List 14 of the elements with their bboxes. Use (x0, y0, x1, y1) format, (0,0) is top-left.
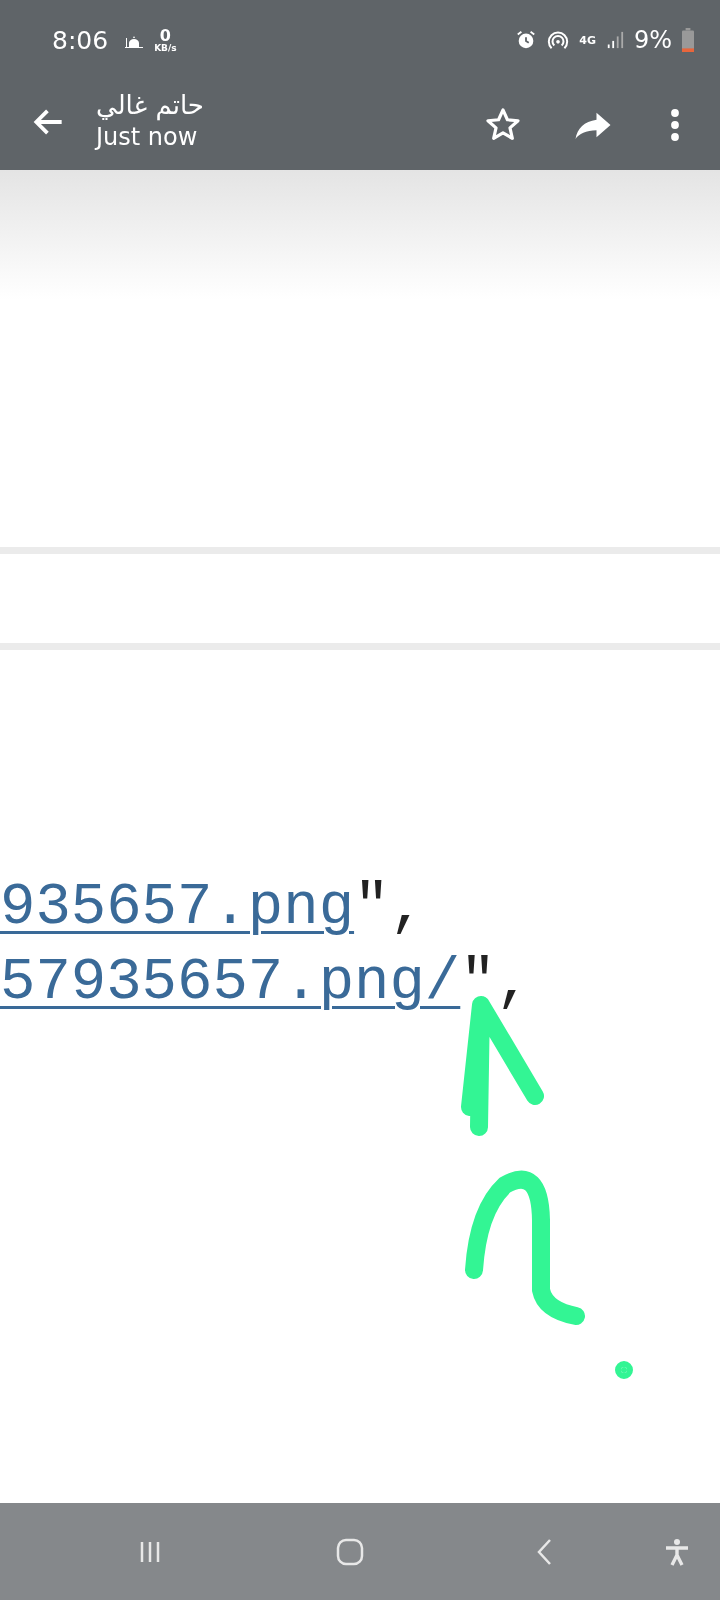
code-punctuation: ", (460, 949, 532, 1016)
timestamp: Just now (96, 122, 199, 151)
speed-unit: KB/s (154, 43, 177, 53)
network-type: 4G (579, 34, 596, 46)
more-icon[interactable] (670, 107, 680, 143)
home-icon[interactable] (335, 1536, 365, 1567)
code-punctuation: ", (354, 874, 425, 941)
signal-icon (605, 30, 624, 50)
battery-percent: 9% (633, 26, 672, 54)
hotspot-icon (547, 29, 570, 51)
battery-icon (682, 28, 694, 52)
clock: 8:06 (52, 25, 109, 55)
sender-name: حاتم غالي (96, 89, 204, 123)
speed-value: 0 (159, 27, 171, 44)
